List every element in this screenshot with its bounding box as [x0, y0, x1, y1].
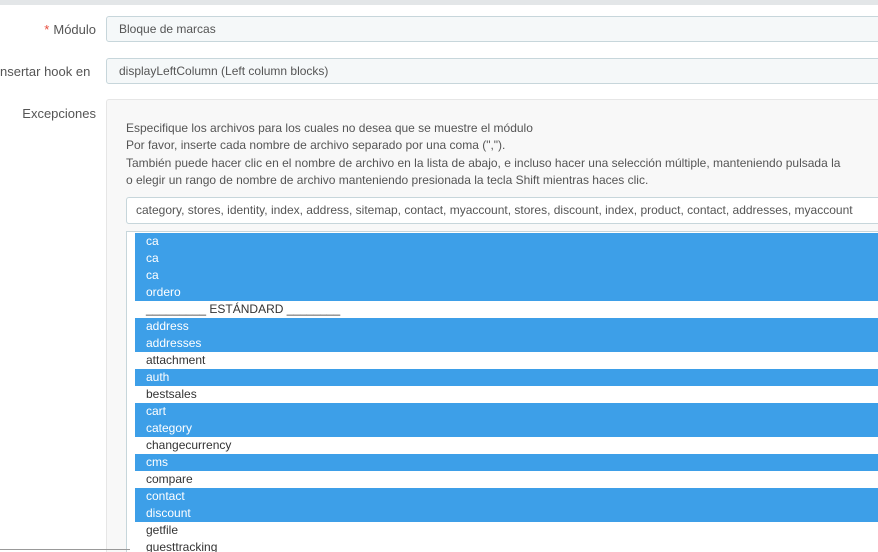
- exceptions-input[interactable]: category, stores, identity, index, addre…: [126, 197, 878, 224]
- file-option[interactable]: ordero: [135, 284, 878, 301]
- module-label: * Módulo: [0, 22, 96, 37]
- file-option[interactable]: discount: [135, 505, 878, 522]
- file-option[interactable]: address: [135, 318, 878, 335]
- file-option[interactable]: _________ ESTÁNDARD ________: [135, 301, 878, 318]
- help-line: Especifique los archivos para los cuales…: [126, 121, 533, 135]
- file-option[interactable]: guesttracking: [135, 539, 878, 552]
- file-option[interactable]: changecurrency: [135, 437, 878, 454]
- module-label-text: Módulo: [53, 22, 96, 37]
- file-option[interactable]: ca: [135, 267, 878, 284]
- file-option[interactable]: cms: [135, 454, 878, 471]
- file-option[interactable]: contact: [135, 488, 878, 505]
- file-option[interactable]: ca: [135, 250, 878, 267]
- help-line: También puede hacer clic en el nombre de…: [126, 155, 841, 170]
- file-option[interactable]: cart: [135, 403, 878, 420]
- file-option[interactable]: auth: [135, 369, 878, 386]
- file-option[interactable]: compare: [135, 471, 878, 488]
- top-divider: [0, 0, 878, 5]
- file-option[interactable]: getfile: [135, 522, 878, 539]
- exceptions-help: Especifique los archivos para los cuales…: [126, 120, 840, 189]
- file-option[interactable]: ca: [135, 233, 878, 250]
- file-option[interactable]: bestsales: [135, 386, 878, 403]
- exceptions-file-list[interactable]: ca ca ca ordero _________ ESTÁNDARD ________…: [126, 231, 878, 552]
- exceptions-label: Excepciones: [22, 106, 96, 121]
- hook-select[interactable]: displayLeftColumn (Left column blocks): [106, 58, 878, 84]
- file-option[interactable]: attachment: [135, 352, 878, 369]
- help-line: o elegir un rango de nombre de archivo m…: [126, 172, 649, 187]
- required-star: *: [44, 22, 50, 37]
- hook-label: nsertar hook en: [0, 64, 91, 79]
- module-transplant-form: * Módulo Bloque de marcas nsertar hook en…: [0, 0, 878, 552]
- file-option[interactable]: addresses: [135, 335, 878, 352]
- file-option[interactable]: category: [135, 420, 878, 437]
- module-select[interactable]: Bloque de marcas: [106, 16, 878, 42]
- help-line: Por favor, inserte cada nombre de archiv…: [126, 138, 506, 153]
